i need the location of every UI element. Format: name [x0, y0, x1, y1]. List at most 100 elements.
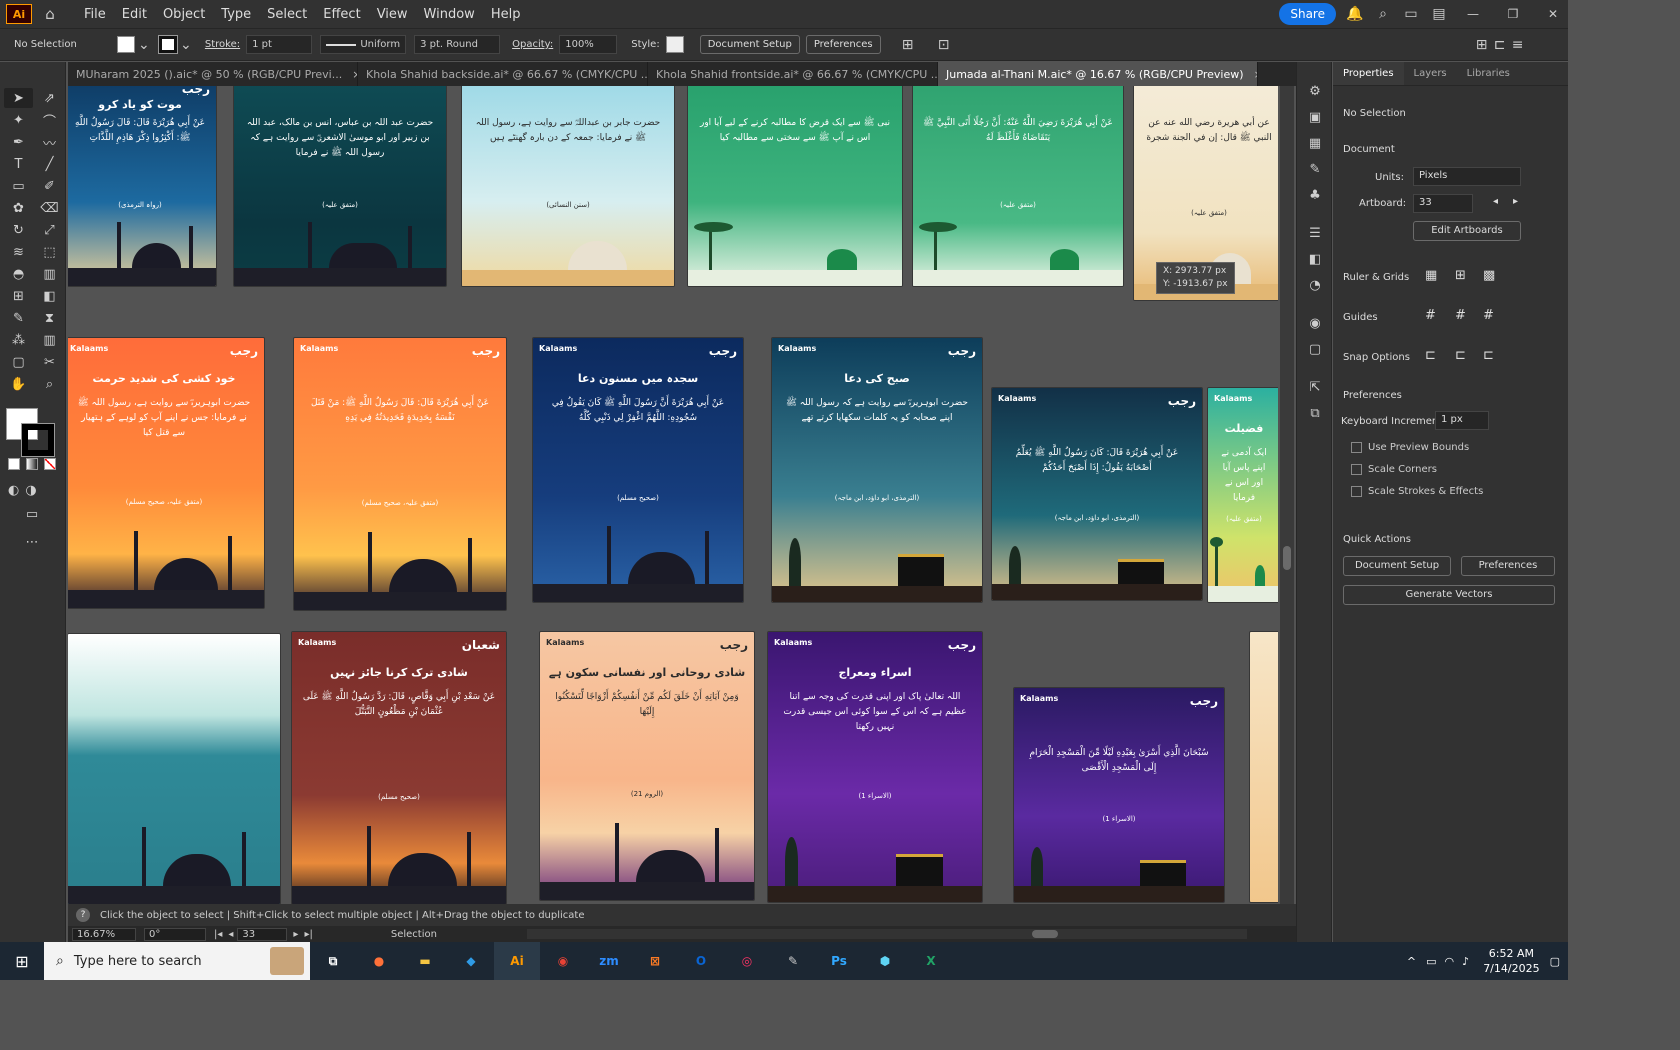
column-graph-icon[interactable]: ▥ — [35, 330, 64, 350]
artboard-canvas[interactable]: رجب موت کو یاد کرو عَنْ أَبِي هُرَيْرَةَ ق… — [68, 86, 1278, 904]
file-explorer-icon[interactable]: ▬ — [402, 942, 448, 980]
panel-menu-icon[interactable]: ≡ — [1509, 37, 1527, 53]
checkbox-box[interactable] — [1351, 442, 1362, 453]
snap-grid-icon[interactable]: ⊏ — [1455, 348, 1466, 363]
tab-properties[interactable]: Properties — [1333, 62, 1404, 85]
align-icon[interactable]: ⊞ — [899, 37, 917, 53]
tab-muharam[interactable]: MUharam 2025 ().aic* @ 50 % (RGB/CPU Pre… — [68, 62, 358, 86]
graphic-styles-icon[interactable]: ▢ — [1297, 336, 1333, 362]
outlook-icon[interactable]: O — [678, 942, 724, 980]
snap-icon[interactable]: ⊏ — [1491, 37, 1509, 53]
chevron-up-icon[interactable]: ^ — [1407, 955, 1416, 968]
shape-builder-icon[interactable]: ◓ — [4, 264, 33, 284]
document-setup-button[interactable]: Document Setup — [1343, 556, 1451, 576]
app-icon[interactable]: ⬢ — [862, 942, 908, 980]
symbols-icon[interactable]: ♣ — [1297, 182, 1333, 208]
paintbrush-icon[interactable]: ✐ — [35, 176, 64, 196]
lock-guides-icon[interactable]: # — [1455, 308, 1466, 323]
show-guides-icon[interactable]: # — [1425, 308, 1436, 323]
keyboard-increment-input[interactable]: 1 px — [1435, 411, 1489, 430]
artboard[interactable]: نبی ﷺ سے ایک قرض کا مطالبہ کرنے کے لیے آ… — [688, 86, 902, 286]
magic-wand-icon[interactable]: ✦ — [4, 110, 33, 130]
minimize-icon[interactable]: — — [1458, 7, 1488, 21]
transparency-grid-icon[interactable]: ▩ — [1483, 268, 1495, 283]
search-icon[interactable]: ⌕ — [1374, 6, 1392, 22]
menu-window[interactable]: Window — [416, 7, 483, 22]
swatches-icon[interactable]: ▦ — [1297, 130, 1333, 156]
edit-artboards-button[interactable]: Edit Artboards — [1413, 221, 1521, 241]
menu-edit[interactable]: Edit — [114, 7, 155, 22]
next-artboard-icon[interactable]: ▸ — [293, 929, 298, 940]
artboard[interactable]: Kalaams شعبان شادی ترک کرنا جائز نہیں عَنْ … — [292, 632, 506, 904]
horizontal-scrollbar[interactable] — [526, 929, 1247, 939]
artboard[interactable]: Kalaams فضیلت ایک آدمی نے اپنے پاس آیا اور… — [1208, 388, 1278, 602]
screen-mode-icon[interactable]: ▭ — [20, 504, 44, 524]
gradient-icon[interactable]: ◧ — [35, 286, 64, 306]
chrome-icon[interactable]: ◉ — [540, 942, 586, 980]
style-swatch[interactable] — [665, 36, 684, 53]
artboard[interactable]: عَنْ أَبِي هُرَيْرَةَ رَضِيَ اللَّهُ عَن… — [913, 86, 1123, 286]
xampp-icon[interactable]: ⊠ — [632, 942, 678, 980]
close-icon[interactable]: ✕ — [1538, 7, 1568, 21]
menu-help[interactable]: Help — [483, 7, 529, 22]
artboard[interactable]: رجب موت کو یاد کرو عَنْ أَبِي هُرَيْرَةَ ق… — [68, 86, 216, 286]
artboard-dropdown[interactable]: 33 — [1413, 194, 1473, 213]
artboard[interactable]: Kalaams رجب خود کشی کی شدید حرمت حضرت ابوہر… — [68, 338, 264, 608]
units-dropdown[interactable]: Pixels — [1413, 167, 1521, 186]
direct-select-icon[interactable]: ⇗ — [35, 88, 64, 108]
checkbox-box[interactable] — [1351, 486, 1362, 497]
gradient-panel-icon[interactable]: ◧ — [1297, 246, 1333, 272]
use-preview-bounds-checkbox[interactable]: Use Preview Bounds — [1351, 442, 1469, 453]
draw-normal-icon[interactable]: ◐ — [8, 480, 19, 500]
artboard[interactable]: حضرت جابر بن عبداللہؓ سے روایت ہے، رسول … — [462, 86, 674, 286]
scroll-thumb[interactable] — [1283, 546, 1291, 570]
artboard[interactable]: Kalaams رجب شادی روحانی اور نفسانی سکون ہے… — [540, 632, 754, 900]
zoom-icon[interactable]: zm — [586, 942, 632, 980]
artboard[interactable]: Kalaams رجب عَنْ أَبِي هُرَيْرَةَ قَالَ: ك… — [992, 388, 1202, 600]
menu-type[interactable]: Type — [213, 7, 259, 22]
menu-effect[interactable]: Effect — [315, 7, 368, 22]
fill-swatch[interactable] — [116, 36, 135, 53]
chevron-down-icon[interactable]: ⌄ — [135, 37, 153, 53]
task-view-icon[interactable]: ⧉ — [310, 942, 356, 980]
menu-file[interactable]: File — [76, 7, 114, 22]
tab-libraries[interactable]: Libraries — [1457, 62, 1520, 85]
selection-icon[interactable]: ➤ — [4, 88, 33, 108]
lasso-icon[interactable]: ⌒ — [35, 110, 64, 130]
gradient-mode-icon[interactable] — [26, 458, 38, 470]
perspective-icon[interactable]: ▥ — [35, 264, 64, 284]
menu-object[interactable]: Object — [155, 7, 213, 22]
scale-strokes-checkbox[interactable]: Scale Strokes & Effects — [1351, 486, 1483, 497]
document-setup-button[interactable]: Document Setup — [699, 35, 800, 54]
blend-icon[interactable]: ⧗ — [35, 308, 64, 328]
tab-khola-backside[interactable]: Khola Shahid backside.ai* @ 66.67 % (CMY… — [358, 62, 648, 86]
menu-select[interactable]: Select — [259, 7, 315, 22]
previous-artboard-icon[interactable]: ◂ — [228, 929, 233, 940]
none-icon[interactable] — [44, 458, 56, 470]
rotation-dropdown[interactable]: 0° — [144, 927, 206, 941]
opacity-input[interactable]: 100% — [559, 35, 618, 54]
share-button[interactable]: Share — [1279, 3, 1336, 25]
stroke-panel-icon[interactable]: ☰ — [1297, 220, 1333, 246]
type-icon[interactable]: T — [4, 154, 33, 174]
tab-layers[interactable]: Layers — [1404, 62, 1457, 85]
scale-corners-checkbox[interactable]: Scale Corners — [1351, 464, 1437, 475]
stroke-box[interactable] — [21, 423, 55, 457]
home-icon[interactable]: ⌂ — [36, 5, 64, 23]
transparency-icon[interactable]: ◔ — [1297, 272, 1333, 298]
color-icon[interactable] — [8, 458, 20, 470]
artboard[interactable]: حضرت عبد اللہ بن عباس، انس بن مالک، عبد … — [234, 86, 446, 286]
pen-app-icon[interactable]: ✎ — [770, 942, 816, 980]
creative-cloud-icon[interactable]: ◎ — [724, 942, 770, 980]
vscode-icon[interactable]: ◆ — [448, 942, 494, 980]
rectangle-icon[interactable]: ▭ — [4, 176, 33, 196]
snap-pixel-icon[interactable]: ⊏ — [1483, 348, 1494, 363]
fill-stroke-widget[interactable] — [6, 408, 56, 457]
ruler-icon[interactable]: ▦ — [1425, 268, 1437, 283]
line-icon[interactable]: ╱ — [35, 154, 64, 174]
wifi-icon[interactable]: ◠ — [1445, 955, 1455, 968]
brushes-icon[interactable]: ✎ — [1297, 156, 1333, 182]
transform-icon[interactable]: ⊡ — [935, 37, 953, 53]
tab-jumada-al-thani[interactable]: Jumada al-Thani M.aic* @ 16.67 % (RGB/CP… — [938, 62, 1258, 86]
eyedropper-icon[interactable]: ✎ — [4, 308, 33, 328]
